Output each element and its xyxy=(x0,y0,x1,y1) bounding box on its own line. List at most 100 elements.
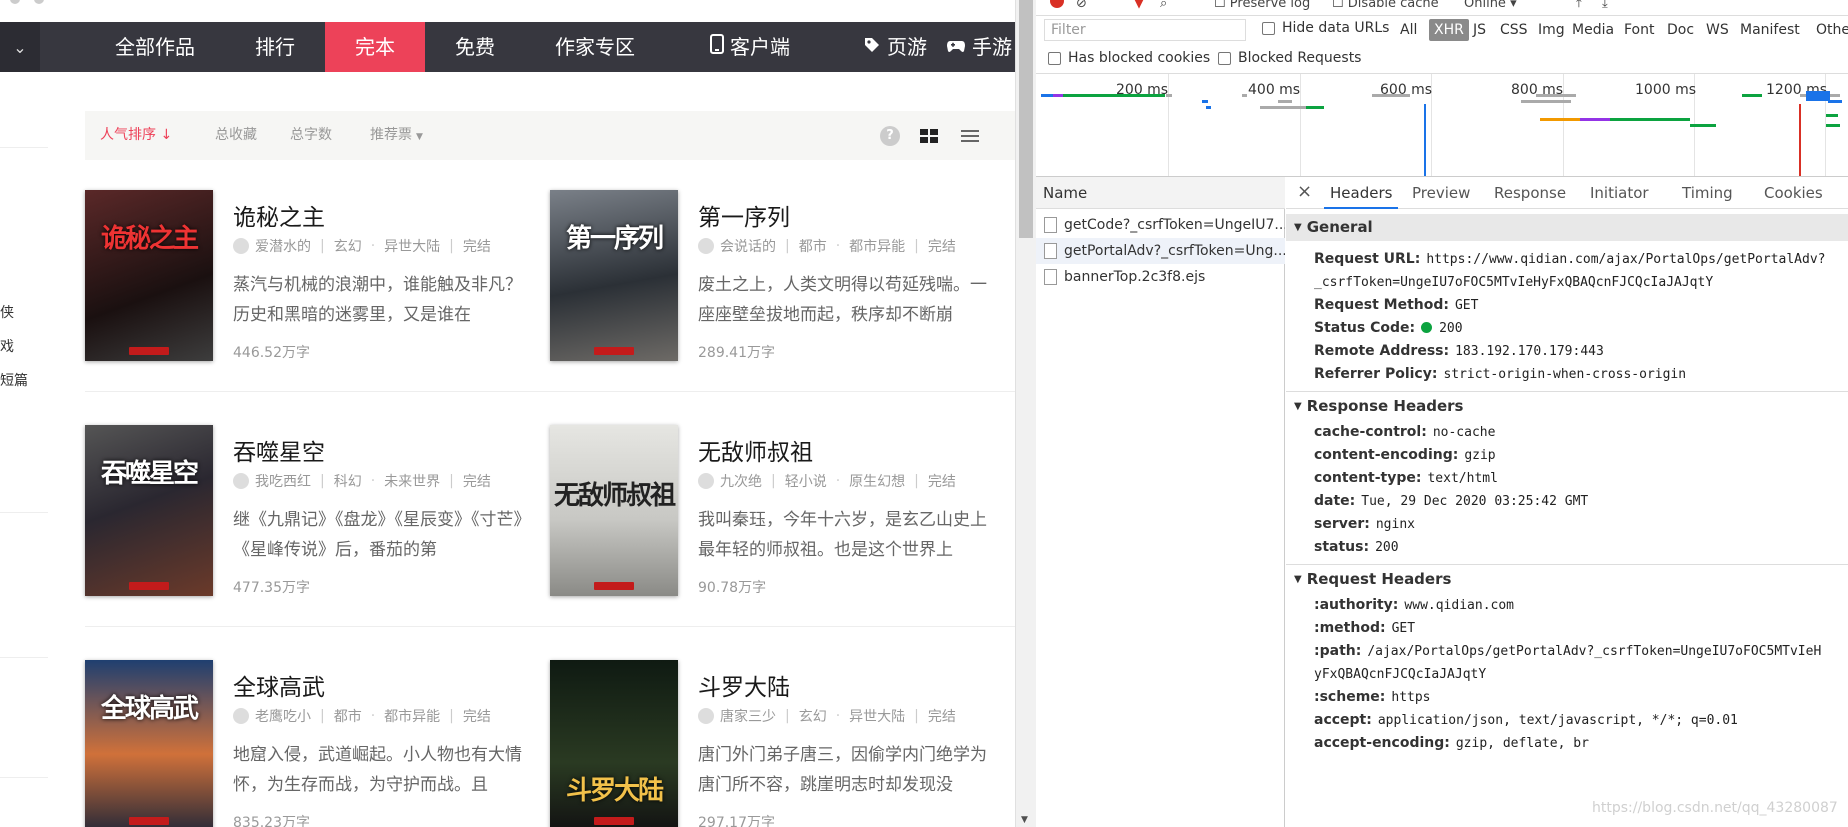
request-row[interactable]: bannerTop.2c3f8.ejs xyxy=(1036,264,1285,290)
scrollbar-thumb[interactable] xyxy=(1019,0,1033,238)
book-cover[interactable]: 第一序列 xyxy=(550,190,678,361)
scroll-down-icon[interactable]: ▼ xyxy=(1021,815,1028,825)
book-author[interactable]: 九次绝 xyxy=(720,471,762,491)
book-author[interactable]: 唐家三少 xyxy=(720,706,776,726)
nav-ranking[interactable]: 排行 xyxy=(225,22,325,72)
sort-wordcount[interactable]: 总字数 xyxy=(290,111,332,160)
book-card[interactable]: 诡秘之主 诡秘之主 爱潜水的 | 玄幻 · 异世大陆 | 完结 蒸汽与机械的浪潮中，谁能触及… xyxy=(85,190,525,365)
book-card[interactable]: 全球高武 全球高武 老鹰吃小 | 都市 · 都市异能 | 完结 地窟入侵，武道崛起。小人物也… xyxy=(85,660,525,827)
type-filter-doc[interactable]: Doc xyxy=(1662,19,1699,41)
nav-free[interactable]: 免费 xyxy=(425,22,525,72)
nav-completed[interactable]: 完本 xyxy=(325,22,425,72)
book-card[interactable]: 无敌师叔祖 无敌师叔祖 九次绝 | 轻小说 · 原生幻想 | 完结 我叫秦珏，今年十六岁，是… xyxy=(550,425,990,600)
book-title[interactable]: 无敌师叔祖 xyxy=(698,433,813,467)
name-column-header[interactable]: Name xyxy=(1036,177,1285,209)
website-scrollbar[interactable]: ▼ xyxy=(1015,0,1036,827)
tab-initiator[interactable]: Initiator xyxy=(1590,177,1649,209)
type-filter-ws[interactable]: WS xyxy=(1701,19,1734,41)
nav-client[interactable]: 客户端 xyxy=(690,22,810,72)
sort-favorites[interactable]: 总收藏 xyxy=(215,111,257,160)
book-cover[interactable]: 无敌师叔祖 xyxy=(550,425,678,596)
type-filter-css[interactable]: CSS xyxy=(1495,19,1533,41)
book-wordcount: 446.52万字 xyxy=(233,345,310,361)
sort-popularity[interactable]: 人气排序 ↓ xyxy=(100,111,172,160)
book-genre[interactable]: 科幻 xyxy=(334,471,362,491)
disable-cache-checkbox[interactable]: ☐ Disable cache xyxy=(1332,0,1439,11)
request-row-selected[interactable]: getPortalAdv?_csrfToken=Ung... xyxy=(1036,238,1285,264)
chevron-down-icon[interactable]: ⌄ xyxy=(0,22,40,72)
nav-all-works[interactable]: 全部作品 xyxy=(95,22,215,72)
search-icon[interactable]: ⌕ xyxy=(1160,0,1167,11)
record-icon[interactable] xyxy=(1050,0,1064,8)
book-subgenre[interactable]: 异世大陆 xyxy=(384,236,440,256)
list-view-icon[interactable] xyxy=(959,125,981,147)
book-card[interactable]: 吞噬星空 吞噬星空 我吃西红 | 科幻 · 未来世界 | 完结 继《九鼎记》《盘龙》《星辰变… xyxy=(85,425,525,600)
throttling-select[interactable]: Online ▾ xyxy=(1464,0,1517,11)
clear-icon[interactable]: ⊘ xyxy=(1076,0,1087,11)
type-filter-js[interactable]: JS xyxy=(1468,19,1491,41)
book-genre[interactable]: 都市 xyxy=(799,236,827,256)
book-title[interactable]: 斗罗大陆 xyxy=(698,668,790,702)
type-filter-xhr[interactable]: XHR xyxy=(1429,19,1469,41)
book-cover[interactable]: 吞噬星空 xyxy=(85,425,213,596)
general-section-header[interactable]: ▼ General xyxy=(1286,214,1848,241)
book-cover[interactable]: 诡秘之主 xyxy=(85,190,213,361)
tab-response[interactable]: Response xyxy=(1494,177,1566,209)
sort-recommend[interactable]: 推荐票 ▼ xyxy=(370,111,423,160)
grid-view-icon[interactable] xyxy=(918,125,940,147)
preserve-log-checkbox[interactable]: ☐ Preserve log xyxy=(1214,0,1310,11)
request-headers-section-header[interactable]: ▼ Request Headers xyxy=(1286,566,1848,593)
book-subgenre[interactable]: 异世大陆 xyxy=(849,706,905,726)
book-subgenre[interactable]: 未来世界 xyxy=(384,471,440,491)
sidebar-item-short[interactable]: 短篇 xyxy=(0,370,28,390)
help-icon[interactable]: ? xyxy=(879,125,901,147)
type-filter-img[interactable]: Img xyxy=(1533,19,1570,41)
tab-headers[interactable]: Headers xyxy=(1324,177,1399,209)
tab-preview[interactable]: Preview xyxy=(1412,177,1470,209)
export-icon[interactable]: ⤓ xyxy=(1602,0,1608,11)
book-cover[interactable]: 斗罗大陆 xyxy=(550,660,678,827)
book-title[interactable]: 诡秘之主 xyxy=(233,198,325,232)
book-author[interactable]: 老鹰吃小 xyxy=(255,706,311,726)
close-icon[interactable]: × xyxy=(1297,181,1312,202)
type-filter-manifest[interactable]: Manifest xyxy=(1735,19,1805,41)
book-genre[interactable]: 玄幻 xyxy=(799,706,827,726)
blocked-requests-checkbox[interactable]: Blocked Requests xyxy=(1218,50,1361,66)
filter-input[interactable]: Filter xyxy=(1044,19,1246,41)
book-genre[interactable]: 玄幻 xyxy=(334,236,362,256)
book-title[interactable]: 第一序列 xyxy=(698,198,790,232)
nav-mobile-games[interactable]: 手游 xyxy=(946,22,1015,72)
hide-data-urls-checkbox[interactable]: Hide data URLs xyxy=(1262,20,1389,36)
book-genre[interactable]: 都市 xyxy=(334,706,362,726)
import-icon[interactable]: ⤒ xyxy=(1576,0,1582,11)
filter-icon[interactable]: ▼ xyxy=(1134,0,1144,11)
request-row[interactable]: getCode?_csrfToken=UngeIU7... xyxy=(1036,212,1285,238)
book-author[interactable]: 爱潜水的 xyxy=(255,236,311,256)
network-timeline-overview[interactable]: 200 ms 400 ms 600 ms 800 ms 1000 ms 1200… xyxy=(1036,73,1848,177)
book-card[interactable]: 斗罗大陆 斗罗大陆 唐家三少 | 玄幻 · 异世大陆 | 完结 唐门外门弟子唐三，因偷学内门… xyxy=(550,660,990,827)
tab-timing[interactable]: Timing xyxy=(1682,177,1733,209)
book-genre[interactable]: 轻小说 xyxy=(785,471,827,491)
book-cover[interactable]: 全球高武 xyxy=(85,660,213,827)
type-filter-font[interactable]: Font xyxy=(1619,19,1659,41)
book-subgenre[interactable]: 都市异能 xyxy=(384,706,440,726)
tab-cookies[interactable]: Cookies xyxy=(1764,177,1823,209)
type-filter-all[interactable]: All xyxy=(1395,19,1422,41)
book-title[interactable]: 吞噬星空 xyxy=(233,433,325,467)
sidebar-item-wuxia[interactable]: 侠 xyxy=(0,302,14,322)
timeline-bar xyxy=(1742,94,1762,97)
type-filter-other[interactable]: Othe xyxy=(1811,19,1848,41)
type-filter-media[interactable]: Media xyxy=(1567,19,1619,41)
blocked-cookies-checkbox[interactable]: Has blocked cookies xyxy=(1048,50,1210,66)
book-subgenre[interactable]: 都市异能 xyxy=(849,236,905,256)
nav-author-zone[interactable]: 作家专区 xyxy=(535,22,655,72)
book-card[interactable]: 第一序列 第一序列 会说话的 | 都市 · 都市异能 | 完结 废土之上，人类文明得以苟延残… xyxy=(550,190,990,365)
book-author[interactable]: 我吃西红 xyxy=(255,471,311,491)
nav-web-games[interactable]: 页游 xyxy=(855,22,935,72)
sidebar-item-games[interactable]: 戏 xyxy=(0,336,14,356)
book-title[interactable]: 全球高武 xyxy=(233,668,325,702)
book-author[interactable]: 会说话的 xyxy=(720,236,776,256)
response-headers-section-header[interactable]: ▼ Response Headers xyxy=(1286,393,1848,420)
book-subgenre[interactable]: 原生幻想 xyxy=(849,471,905,491)
divider xyxy=(0,777,48,778)
